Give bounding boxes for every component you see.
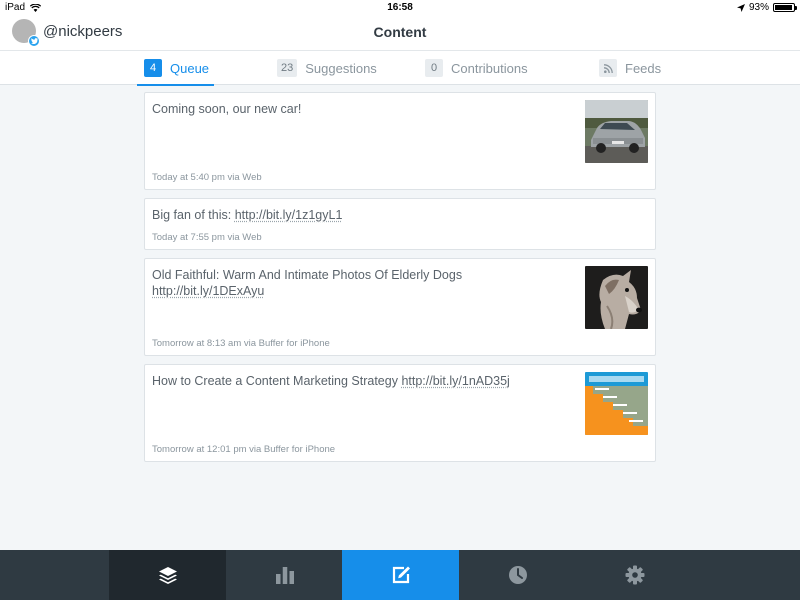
compose-icon [392,566,410,584]
status-right: 93% [736,2,797,13]
battery-icon [773,3,797,12]
post-text: How to Create a Content Marketing Strate… [152,373,575,389]
nav-analytics-button[interactable] [226,550,343,600]
profile-username: @nickpeers [43,22,123,40]
nav-queue-button[interactable] [109,550,226,600]
post-body: How to Create a Content Marketing Strate… [152,374,402,388]
tab-feeds[interactable]: Feeds [599,51,661,85]
profile-switcher[interactable]: @nickpeers [12,19,123,47]
nav-schedule-button[interactable] [459,550,576,600]
content-tabs: 4 Queue 23 Suggestions 0 Contributions F… [0,50,800,86]
location-icon [736,3,745,12]
queued-post[interactable]: Old Faithful: Warm And Intimate Photos O… [144,258,656,356]
nav-settings-button[interactable] [576,550,693,600]
battery-fill [775,5,792,10]
tab-queue[interactable]: 4 Queue [136,51,215,86]
post-link[interactable]: http://bit.ly/1nAD35j [401,374,509,388]
post-meta: Today at 7:55 pm via Web [152,232,262,243]
tab-label: Suggestions [305,60,377,76]
gear-icon [625,565,644,585]
contributions-count-badge: 0 [425,59,443,77]
tab-label: Contributions [451,60,528,76]
queued-post[interactable]: Big fan of this: http://bit.ly/1z1gyL1 T… [144,198,656,250]
clock-icon [508,566,527,584]
app-header: @nickpeers Content [0,16,800,50]
post-thumbnail-dog[interactable] [585,266,648,329]
post-queue-list: Coming soon, our new car! Today at 5:40 … [144,92,656,470]
nav-compose-button[interactable] [342,550,459,600]
queued-post[interactable]: Coming soon, our new car! Today at 5:40 … [144,92,656,190]
twitter-icon [28,35,40,47]
post-body: Old Faithful: Warm And Intimate Photos O… [152,268,463,282]
rss-icon [599,59,617,77]
tab-contributions[interactable]: 0 Contributions [425,51,528,85]
post-body: Big fan of this: [152,208,235,222]
tab-label: Feeds [625,60,662,76]
post-link[interactable]: http://bit.ly/1DExAyu [152,284,264,298]
post-meta: Tomorrow at 12:01 pm via Buffer for iPho… [152,444,336,455]
post-thumbnail-strategy[interactable] [585,372,648,435]
status-bar: iPad 16:58 93% [0,0,800,16]
queue-count-badge: 4 [144,59,162,77]
suggestions-count-badge: 23 [277,59,298,77]
battery-percent: 93% [748,2,769,13]
post-text: Old Faithful: Warm And Intimate Photos O… [152,267,575,299]
post-text: Big fan of this: http://bit.ly/1z1gyL1 [152,207,575,223]
status-time: 16:58 [387,2,413,13]
bottom-navigation [0,550,800,600]
avatar [12,19,40,47]
queued-post[interactable]: How to Create a Content Marketing Strate… [144,364,656,462]
layers-icon [158,567,177,584]
post-thumbnail-car[interactable] [585,100,648,163]
tab-label: Queue [170,60,210,76]
bar-chart-icon [275,567,294,584]
tab-suggestions[interactable]: 23 Suggestions [277,51,377,85]
post-body: Coming soon, our new car! [152,102,302,116]
post-link[interactable]: http://bit.ly/1z1gyL1 [235,208,343,222]
post-text: Coming soon, our new car! [152,101,575,117]
post-meta: Today at 5:40 pm via Web [152,172,262,183]
post-meta: Tomorrow at 8:13 am via Buffer for iPhon… [152,338,330,349]
